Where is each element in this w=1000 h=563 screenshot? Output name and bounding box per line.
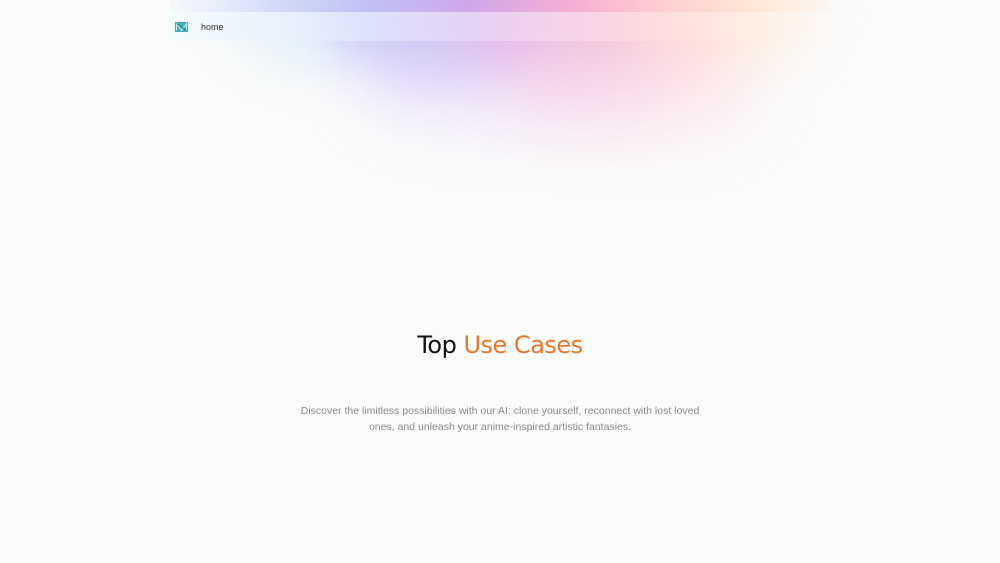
section-title: Top Use Cases <box>0 331 1000 359</box>
brand-logo-icon[interactable] <box>175 21 188 32</box>
section-title-prefix: Top <box>417 331 457 359</box>
gradient-strip <box>170 0 830 12</box>
section-title-accent: Use Cases <box>463 331 583 359</box>
section-subtitle: Discover the limitless possibilities wit… <box>300 405 700 433</box>
site-header: home <box>170 12 830 41</box>
nav-link-home[interactable]: home <box>201 22 224 32</box>
